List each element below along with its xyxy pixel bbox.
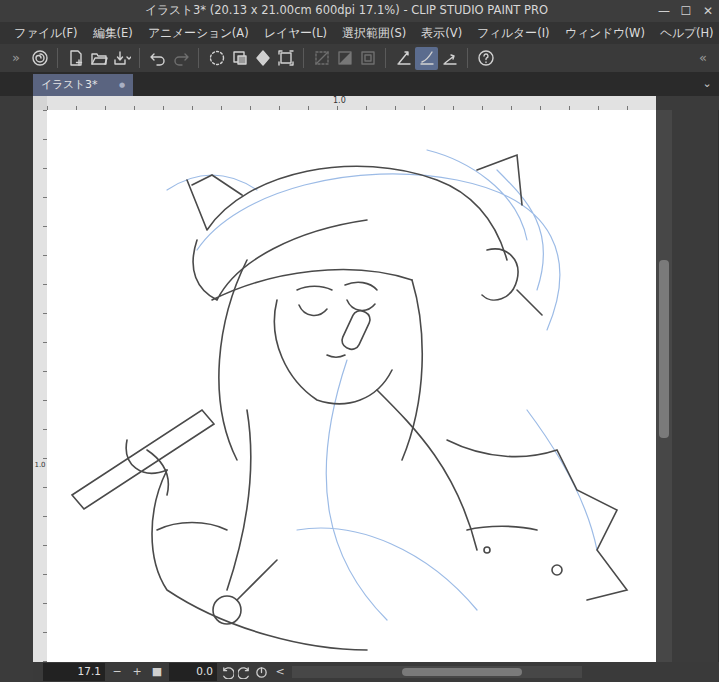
right-gutter — [672, 110, 718, 662]
scroll-thumb[interactable] — [659, 260, 669, 438]
menu-item[interactable]: 表示(V) — [421, 22, 462, 44]
ruler-label: 1.0 — [33, 460, 47, 471]
toolbar-button[interactable] — [274, 47, 297, 70]
toolbar-separator — [57, 48, 58, 68]
redo-icon — [172, 49, 190, 67]
toolbar-button — [310, 47, 333, 70]
zoom-out-button[interactable]: − — [109, 664, 125, 681]
help-icon — [477, 49, 495, 67]
menu-item[interactable]: アニメーション(A) — [148, 22, 249, 44]
toolbar-separator — [139, 48, 140, 68]
title-bar: イラスト3* (20.13 x 21.00cm 600dpi 17.1%) - … — [0, 0, 719, 22]
expand-right-button[interactable]: « — [691, 48, 715, 68]
tab-menu-button[interactable]: ⌄ — [695, 76, 719, 93]
snap-ruler-icon — [395, 49, 413, 67]
expand-left-button[interactable]: » — [4, 48, 28, 68]
menu-item[interactable]: フィルター(I) — [477, 22, 549, 44]
ruler-filler — [656, 96, 719, 110]
maximize-button[interactable]: ☐ — [675, 0, 697, 22]
toolbar-button[interactable] — [87, 47, 110, 70]
command-bar: »« — [0, 44, 719, 72]
ruler-corner — [33, 96, 47, 110]
canvas-tab[interactable]: イラスト3* ● — [33, 74, 133, 97]
menu-bar: ファイル(F) 編集(E) アニメーション(A) レイヤー(L) 選択範囲(S) 表示(V… — [0, 22, 719, 44]
undo-icon — [149, 49, 167, 67]
horizontal-scrollbar[interactable] — [292, 666, 582, 678]
open-folder-icon — [90, 49, 108, 67]
left-ruler: 1.0 — [33, 110, 47, 662]
ruler-row: 1.0 — [0, 96, 719, 110]
toolbar-button[interactable] — [146, 47, 169, 70]
loading-icon — [208, 49, 226, 67]
menu-item[interactable]: ファイル(F) — [14, 22, 78, 44]
toolbar-button[interactable] — [228, 47, 251, 70]
transform-icon — [277, 49, 295, 67]
toolbar-button — [333, 47, 356, 70]
snap-grid-icon — [441, 49, 459, 67]
reset-rotation-icon — [255, 666, 268, 679]
close-tab-button[interactable]: ● — [119, 80, 125, 91]
status-bar: 17.1−+■0.0 < — [0, 662, 719, 682]
zoom-field[interactable]: 17.1 — [43, 663, 105, 681]
toolbar-button[interactable] — [205, 47, 228, 70]
menu-item[interactable]: レイヤー(L) — [264, 22, 327, 44]
scroll-thumb[interactable] — [402, 668, 522, 676]
left-gutter — [0, 96, 33, 110]
minimize-button[interactable]: — — [653, 0, 675, 22]
toolbar-button[interactable] — [392, 47, 415, 70]
vertical-scrollbar[interactable] — [656, 110, 672, 662]
toolbar-separator — [198, 48, 199, 68]
app-logo-icon — [31, 49, 49, 67]
toolbar-button[interactable] — [415, 47, 438, 70]
toolbar-button[interactable] — [438, 47, 461, 70]
toolbar-button[interactable] — [474, 47, 497, 70]
toolbar-button — [169, 47, 192, 70]
rotate-left-icon — [221, 666, 234, 679]
ruler-label: 1.0 — [333, 96, 346, 105]
toolbar-separator — [385, 48, 386, 68]
toolbar-button — [356, 47, 379, 70]
status-gutter — [0, 662, 33, 682]
top-ruler: 1.0 — [47, 96, 656, 110]
menu-item[interactable]: ヘルプ(H) — [660, 22, 714, 44]
menu-item[interactable]: 編集(E) — [93, 22, 133, 44]
scroll-left-button[interactable]: < — [272, 664, 288, 681]
canvas-area: 1.0 — [0, 110, 719, 662]
clear-layer-icon — [231, 49, 249, 67]
invert-selection-icon — [336, 49, 354, 67]
toolbar-button[interactable] — [28, 47, 51, 70]
export-icon — [113, 49, 131, 67]
fill-icon — [254, 49, 272, 67]
show-selection-icon — [359, 49, 377, 67]
toolbar-button[interactable] — [64, 47, 87, 70]
deselect-icon — [313, 49, 331, 67]
drawing-canvas[interactable] — [47, 110, 656, 662]
zoom-in-button[interactable]: + — [129, 664, 145, 681]
toolbar-button[interactable] — [110, 47, 133, 70]
menu-item[interactable]: ウィンドウ(W) — [565, 22, 645, 44]
tab-label: イラスト3* — [41, 77, 98, 94]
toolbar-separator — [303, 48, 304, 68]
close-button[interactable]: ✕ — [697, 0, 719, 22]
new-canvas-icon — [67, 49, 85, 67]
toolbar-separator — [467, 48, 468, 68]
menu-item[interactable]: 選択範囲(S) — [342, 22, 406, 44]
snap-special-ruler-icon — [418, 49, 436, 67]
tab-bar: イラスト3* ● ⌄ — [0, 72, 719, 96]
rotate-right-icon — [238, 666, 251, 679]
toolbar-button[interactable] — [251, 47, 274, 70]
fit-button[interactable]: ■ — [149, 664, 165, 681]
sketch-illustration — [47, 110, 656, 662]
rotation-field[interactable]: 0.0 — [169, 663, 217, 681]
window-title: イラスト3* (20.13 x 21.00cm 600dpi 17.1%) - … — [0, 2, 653, 19]
left-gutter — [0, 110, 33, 662]
